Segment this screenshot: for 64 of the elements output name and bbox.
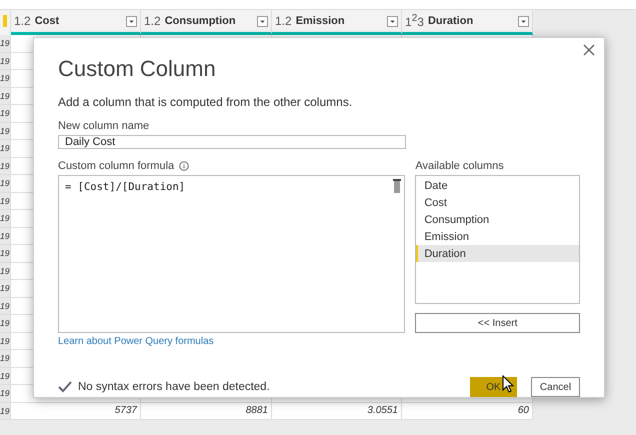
dialog-title: Custom Column bbox=[58, 56, 217, 82]
close-icon[interactable] bbox=[583, 44, 595, 56]
row-number: 19 bbox=[0, 105, 11, 122]
list-item[interactable]: Emission bbox=[416, 228, 579, 245]
row-number: 19 bbox=[0, 280, 11, 298]
list-label: Available columns bbox=[415, 160, 504, 172]
dropdown-icon[interactable] bbox=[126, 16, 137, 26]
insert-button[interactable]: << Insert bbox=[415, 313, 580, 333]
table-cell: 3.0551 bbox=[272, 402, 402, 420]
dropdown-icon[interactable] bbox=[257, 16, 268, 26]
type-label: 1.2 bbox=[144, 14, 161, 28]
row-number: 19 bbox=[0, 368, 11, 385]
list-item[interactable]: Cost bbox=[416, 194, 579, 211]
row-number: 19 bbox=[0, 210, 11, 228]
row-number: 19 bbox=[0, 52, 11, 70]
row-number: 19 bbox=[0, 122, 11, 140]
list-item[interactable]: Date bbox=[416, 177, 579, 194]
row-number: 19 bbox=[0, 298, 11, 315]
dropdown-icon[interactable] bbox=[387, 16, 398, 26]
table-cell: 8881 bbox=[141, 402, 272, 420]
column-title: Cost bbox=[34, 15, 60, 27]
row-number: 19 bbox=[0, 245, 11, 262]
column-title: Duration bbox=[428, 15, 474, 27]
row-number: 19 bbox=[0, 88, 11, 105]
description: Add a column that is computed from the other columns. bbox=[58, 95, 354, 109]
ok-button[interactable]: OK bbox=[470, 377, 517, 397]
row-number: 19 bbox=[0, 315, 11, 332]
row-number: 19 bbox=[0, 228, 11, 245]
column-header[interactable]: 1$^{2}$3 Duration bbox=[402, 10, 533, 35]
info-icon[interactable] bbox=[179, 161, 190, 171]
row-number: 19 bbox=[0, 350, 11, 368]
check-icon bbox=[58, 381, 72, 393]
row-number: 19 bbox=[0, 385, 11, 402]
column-header[interactable]: 1.2 Consumption bbox=[141, 10, 272, 35]
row-number: 19 bbox=[0, 262, 11, 280]
list-item[interactable]: Duration bbox=[416, 245, 579, 262]
row-number: 19 bbox=[0, 192, 11, 210]
row-number: 19 bbox=[0, 175, 11, 192]
type-label: 1.2 bbox=[14, 14, 31, 28]
cursor-icon bbox=[502, 375, 514, 393]
input-field[interactable]: Daily Cost bbox=[58, 135, 406, 149]
help-link[interactable]: Learn about Power Query formulas bbox=[58, 336, 406, 347]
list-item[interactable]: Consumption bbox=[416, 211, 579, 228]
field-label: Custom column formula bbox=[58, 160, 174, 172]
row-number: 19 bbox=[0, 35, 11, 52]
column-title: Consumption bbox=[164, 15, 237, 27]
column-title: Emission bbox=[296, 15, 346, 27]
field-label: New column name bbox=[58, 120, 150, 132]
dropdown-icon[interactable] bbox=[518, 16, 529, 26]
column-header[interactable]: 1.2 Cost bbox=[11, 10, 141, 35]
cancel-button[interactable]: Cancel bbox=[531, 377, 580, 397]
table-cell: 60 bbox=[402, 402, 533, 420]
scrollbar-icon bbox=[393, 179, 402, 193]
type-label: 1$^{2}$3 bbox=[405, 13, 424, 29]
formula-editor[interactable]: = [Cost]/[Duration] bbox=[58, 175, 406, 333]
row-number: 19 bbox=[0, 158, 11, 175]
row-number: 19 bbox=[0, 140, 11, 158]
status-message: No syntax errors have been detected. bbox=[78, 381, 271, 393]
row-number: 19 bbox=[0, 332, 11, 350]
type-label: 1.2 bbox=[275, 14, 292, 28]
table-cell: 5737 bbox=[11, 402, 141, 420]
column-header[interactable]: 1.2 Emission bbox=[272, 10, 402, 35]
row-number: 19 bbox=[0, 402, 11, 420]
row-number: 19 bbox=[0, 70, 11, 88]
